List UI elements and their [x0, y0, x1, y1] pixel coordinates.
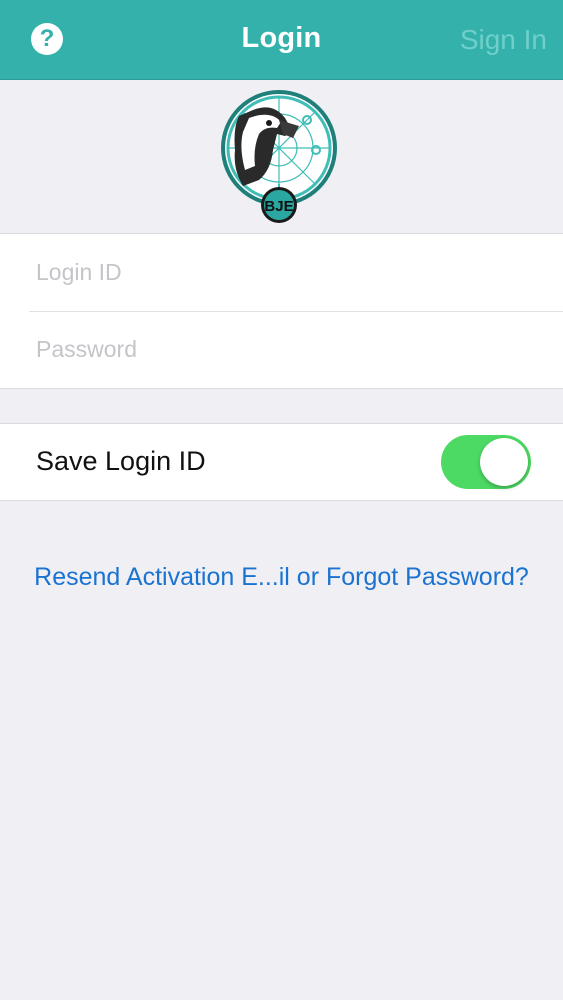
save-login-toggle[interactable] — [441, 435, 531, 489]
login-id-input[interactable] — [36, 234, 536, 310]
sign-in-button[interactable]: Sign In — [460, 24, 547, 56]
eagle-logo-icon: BJE — [221, 90, 337, 223]
navigation-bar: ? Login Sign In — [0, 0, 563, 80]
password-row — [0, 311, 563, 387]
logo-text: BJE — [264, 198, 293, 215]
save-login-label: Save Login ID — [36, 446, 206, 476]
toggle-knob — [480, 438, 528, 486]
resend-forgot-link[interactable]: Resend Activation E...il or Forgot Passw… — [0, 563, 563, 592]
login-form — [0, 233, 563, 389]
logo-area: BJE — [0, 80, 563, 232]
login-id-row — [0, 234, 563, 312]
password-input[interactable] — [36, 311, 536, 387]
save-login-row: Save Login ID — [0, 423, 563, 501]
